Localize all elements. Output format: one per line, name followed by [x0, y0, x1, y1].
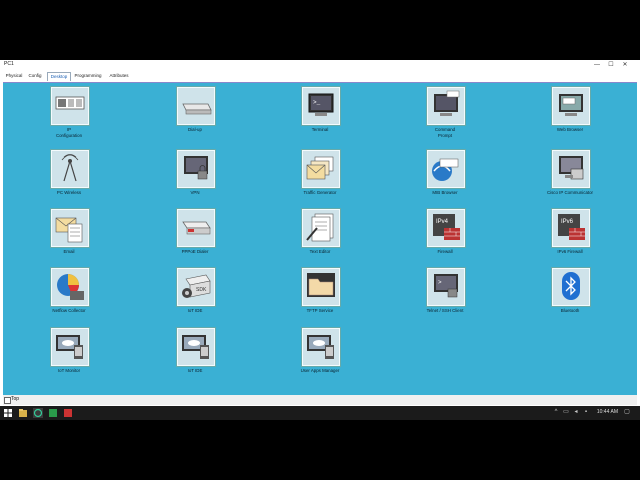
top-checkbox-label: Top [11, 396, 20, 402]
tab-desktop[interactable]: Desktop [47, 72, 71, 81]
app-label: TFTP Service [306, 308, 334, 313]
app-label: IoT Monitor [57, 368, 81, 373]
volume-icon[interactable]: ◂ [573, 409, 579, 416]
pdf-app-icon[interactable] [63, 408, 73, 418]
chevron-up-icon[interactable]: ^ [553, 409, 559, 416]
ipv6-firewall-icon: IPv6 [552, 209, 590, 247]
app-label: IoT IDE [187, 368, 203, 373]
app-label: Text Editor [309, 249, 331, 254]
mib-browser-icon [427, 150, 465, 188]
netflow-collector-icon [51, 268, 89, 306]
app-label: Traffic Generator [303, 190, 337, 195]
tab-programming[interactable]: Programming [73, 72, 103, 80]
taskbar: ^ ▭ ◂ ▪ 10:44 AM ▢ [0, 406, 640, 420]
app-label: Firewall [437, 249, 453, 254]
app-label: Terminal [311, 127, 329, 132]
app-label: IPv6 Firewall [557, 249, 583, 254]
file-explorer-icon[interactable] [18, 408, 28, 418]
minimize-button[interactable]: — [590, 60, 604, 70]
app-label: Dial-up [188, 127, 202, 132]
close-button[interactable]: ✕ [618, 60, 632, 70]
app-label: Bluetooth [560, 308, 580, 313]
tab-physical[interactable]: Physical [3, 72, 25, 80]
text-editor-icon [302, 209, 340, 247]
packet-tracer-icon[interactable] [33, 408, 43, 418]
svg-text:>: > [438, 279, 442, 286]
app-label: User Apps Manager [300, 368, 340, 373]
app-label: PC Wireless [56, 190, 82, 195]
network-icon[interactable]: ▭ [563, 409, 569, 416]
app-label: IP Configuration [55, 127, 83, 138]
app-label: IoT IDE [187, 308, 203, 313]
app-label: Command Prompt [434, 127, 456, 138]
svg-text:>_: >_ [313, 99, 321, 106]
telnet-ssh-icon: > [427, 268, 465, 306]
app-label: VPN [190, 190, 200, 195]
dialup-modem-icon [177, 87, 215, 125]
sdk-badge: SDK [196, 287, 207, 293]
taskbar-clock[interactable]: 10:44 AM [597, 409, 618, 415]
status-bar: Top [3, 395, 637, 405]
window-title: PC1 [4, 61, 14, 67]
ip-configuration-icon [51, 87, 89, 125]
vpn-icon [177, 150, 215, 188]
tftp-service-icon [302, 268, 340, 306]
web-browser-icon [552, 87, 590, 125]
traffic-generator-icon [302, 150, 340, 188]
terminal-app-icon[interactable] [48, 408, 58, 418]
keyboard-icon[interactable]: ▪ [583, 409, 589, 416]
windows-start-icon[interactable] [3, 408, 13, 418]
ipv4-firewall-icon: IPv4 [427, 209, 465, 247]
firewall-badge: IPv4 [436, 219, 449, 225]
app-label: Web Browser [556, 127, 584, 132]
title-bar[interactable]: PC1 — ☐ ✕ [0, 60, 640, 70]
app-label: Telnet / SSH Client [426, 308, 464, 313]
command-prompt-icon [427, 87, 465, 125]
maximize-button[interactable]: ☐ [604, 60, 618, 70]
iot-ide-icon: SDK [177, 268, 215, 306]
pc1-window: PC1 — ☐ ✕ Physical Config Desktop Progra… [0, 60, 640, 406]
app-label: MIB Browser [432, 190, 458, 195]
app-label: Email [63, 249, 75, 254]
app-label: PPPoE Dialer [181, 249, 209, 254]
app-label: Netflow Collector [52, 308, 86, 313]
app-label: Cisco IP Communicator [546, 190, 594, 195]
notifications-icon[interactable]: ▢ [624, 409, 630, 416]
user-apps-manager-icon [302, 328, 340, 366]
ip-communicator-icon [552, 150, 590, 188]
top-checkbox[interactable] [4, 397, 11, 404]
ipv6-firewall-badge: IPv6 [561, 219, 574, 225]
desktop-area: IP Configuration Dial-up >_ Terminal Com… [3, 82, 637, 395]
tab-config[interactable]: Config [27, 72, 43, 80]
iot-monitor-icon [51, 328, 89, 366]
tab-attributes[interactable]: Attributes [107, 72, 131, 80]
wireless-icon [51, 150, 89, 188]
terminal-icon: >_ [302, 87, 340, 125]
bluetooth-icon [552, 268, 590, 306]
email-icon [51, 209, 89, 247]
pppoe-dialer-icon [177, 209, 215, 247]
iot-ide-cloud-icon [177, 328, 215, 366]
